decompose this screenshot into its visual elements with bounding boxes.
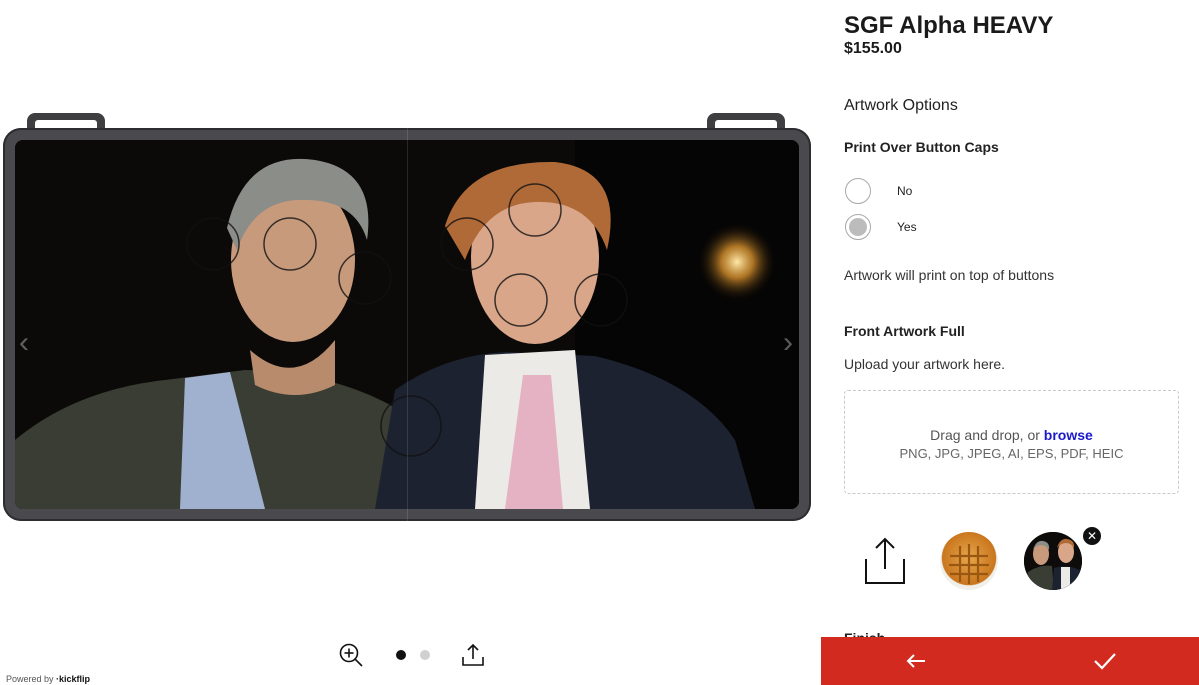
- preview-toolbar: [336, 640, 488, 670]
- uploaded-artwork-list: [864, 532, 1082, 590]
- chevron-right-icon: ›: [783, 326, 793, 359]
- close-icon: ✕: [1086, 529, 1098, 543]
- option-yes-label: Yes: [897, 220, 917, 234]
- artwork-thumbnail-waffle[interactable]: [940, 532, 998, 590]
- radio-no[interactable]: [845, 178, 871, 204]
- waffle-image: [949, 544, 989, 584]
- upload-icon: [462, 643, 484, 666]
- dropzone-instructions: Drag and drop, or browse: [845, 427, 1178, 443]
- product-price: $155.00: [844, 40, 902, 57]
- section-title-artwork-options: Artwork Options: [844, 97, 958, 114]
- remove-artwork-button[interactable]: ✕: [1083, 527, 1101, 545]
- option-no-label: No: [897, 184, 913, 198]
- upload-artwork-button[interactable]: [864, 537, 906, 585]
- artwork-dropzone[interactable]: Drag and drop, or browse PNG, JPG, JPEG,…: [844, 390, 1179, 494]
- front-artwork-label: Front Artwork Full: [844, 323, 965, 339]
- dropzone-text: Drag and drop, or: [930, 427, 1040, 443]
- powered-by-footer[interactable]: Powered by ·kickflip: [6, 674, 90, 684]
- action-bar: [821, 637, 1199, 685]
- zoom-in-icon: [339, 643, 363, 667]
- confirm-button[interactable]: [1011, 637, 1199, 685]
- browse-link[interactable]: browse: [1044, 427, 1093, 443]
- controller-body: [3, 128, 811, 521]
- powered-by-label: Powered by: [6, 674, 54, 684]
- arrow-left-icon: [906, 654, 925, 668]
- next-image-button[interactable]: ›: [776, 326, 800, 360]
- upload-hint: Upload your artwork here.: [844, 356, 1006, 372]
- product-title: SGF Alpha HEAVY: [844, 12, 1054, 39]
- kickflip-logo: ·kickflip: [56, 674, 91, 684]
- radio-yes[interactable]: [845, 214, 871, 240]
- print-over-label: Print Over Button Caps: [844, 139, 999, 155]
- controller-seam: [407, 128, 408, 521]
- artwork-thumbnail-photo[interactable]: [1024, 532, 1082, 590]
- photo-image: [1024, 532, 1082, 590]
- image-pagination: [396, 650, 430, 660]
- zoom-button[interactable]: [336, 640, 366, 670]
- option-yes[interactable]: Yes: [845, 214, 917, 240]
- back-button[interactable]: [821, 637, 1011, 685]
- checkmark-icon: [1094, 653, 1116, 670]
- print-note: Artwork will print on top of buttons: [844, 267, 1055, 283]
- pagination-dot-2[interactable]: [420, 650, 430, 660]
- product-preview: ‹ › Powered by ·kickflip: [0, 0, 820, 685]
- chevron-left-icon: ‹: [19, 326, 29, 359]
- share-preview-button[interactable]: [458, 640, 488, 670]
- previous-image-button[interactable]: ‹: [12, 326, 36, 360]
- option-no[interactable]: No: [845, 178, 912, 204]
- accepted-formats: PNG, JPG, JPEG, AI, EPS, PDF, HEIC: [899, 446, 1124, 461]
- pagination-dot-1[interactable]: [396, 650, 406, 660]
